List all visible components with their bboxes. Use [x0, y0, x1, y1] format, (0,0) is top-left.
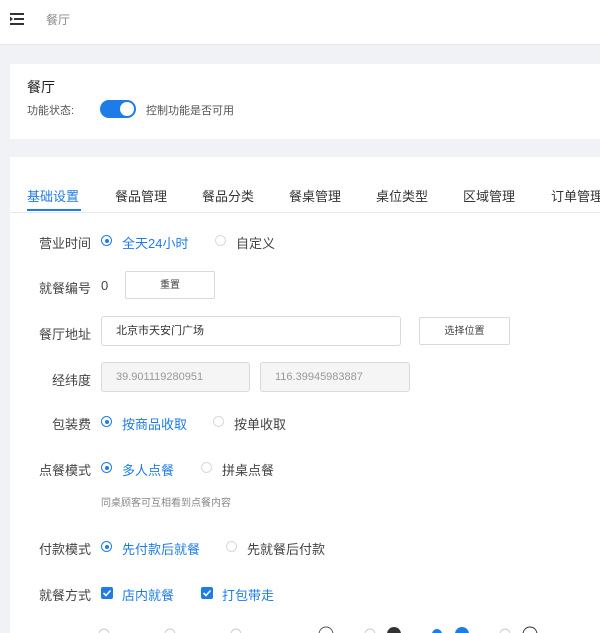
filled-circle-icon — [387, 627, 401, 633]
tab-order-management[interactable]: 订单管理 — [551, 186, 600, 205]
order-mode-label: 点餐模式 — [39, 463, 92, 478]
dine-in-option[interactable]: 店内就餐 — [122, 585, 174, 604]
order-mode-radio-shared-table[interactable] — [201, 462, 212, 473]
dine-mode-label: 就餐方式 — [39, 588, 92, 603]
tab-basic-settings[interactable]: 基础设置 — [27, 186, 79, 205]
icon-options-row — [98, 626, 538, 633]
tab-area-management[interactable]: 区域管理 — [463, 186, 515, 205]
outline-circle-icon — [522, 626, 538, 633]
toggle-knob — [120, 102, 134, 116]
packing-radio-by-order[interactable] — [213, 416, 224, 427]
packing-fee-label: 包装费 — [52, 417, 92, 432]
status-label: 功能状态: — [27, 105, 75, 117]
tab-dish-management[interactable]: 餐品管理 — [115, 186, 167, 205]
breadcrumb[interactable]: 餐厅 — [46, 11, 70, 28]
top-bar: 餐厅 — [0, 0, 600, 45]
packing-radio-by-item[interactable] — [101, 416, 112, 427]
active-tab-indicator — [27, 209, 81, 211]
status-description: 控制功能是否可用 — [146, 105, 234, 117]
settings-card: 基础设置 餐品管理 餐品分类 餐桌管理 桌位类型 区域管理 订单管理 营业时间 … — [10, 157, 600, 633]
tab-table-management[interactable]: 餐桌管理 — [289, 186, 341, 205]
hours-radio-allday[interactable] — [101, 235, 112, 246]
restaurant-header-card: 餐厅 功能状态: 控制功能是否可用 — [10, 64, 600, 139]
page-title: 餐厅 — [27, 79, 55, 95]
serial-value: 0 — [101, 278, 109, 293]
tab-seat-type[interactable]: 桌位类型 — [376, 186, 428, 205]
pay-mode-label: 付款模式 — [39, 542, 92, 557]
option-radio-icon — [230, 628, 242, 633]
hours-option-allday[interactable]: 全天24小时 — [122, 233, 188, 252]
longitude-input[interactable]: 116.39945983887 — [260, 362, 410, 392]
menu-fold-icon[interactable] — [10, 13, 24, 25]
hours-option-custom[interactable]: 自定义 — [236, 233, 275, 252]
option-radio-icon — [364, 628, 376, 633]
pay-mode-option-pay-first[interactable]: 先付款后就餐 — [122, 539, 200, 558]
blue-circle-icon — [455, 627, 469, 633]
circle-icon — [318, 626, 334, 633]
option-radio-icon — [164, 628, 176, 633]
tab-dish-category[interactable]: 餐品分类 — [202, 186, 254, 205]
address-label: 餐厅地址 — [39, 327, 92, 342]
order-mode-radio-multi[interactable] — [101, 462, 112, 473]
pay-mode-option-eat-first[interactable]: 先就餐后付款 — [247, 539, 325, 558]
order-mode-hint: 同桌顾客可互相看到点餐内容 — [101, 498, 231, 509]
pay-mode-radio-pay-first[interactable] — [101, 541, 112, 552]
option-radio-icon — [98, 628, 110, 633]
checkmark-icon — [102, 589, 112, 597]
dine-in-checkbox[interactable] — [101, 587, 113, 599]
takeaway-checkbox[interactable] — [201, 587, 213, 599]
hours-radio-custom[interactable] — [215, 235, 226, 246]
option-radio-selected-icon — [432, 629, 442, 633]
serial-label: 就餐编号 — [39, 281, 92, 296]
tab-bar: 基础设置 餐品管理 餐品分类 餐桌管理 桌位类型 区域管理 订单管理 — [10, 157, 600, 213]
hours-label: 营业时间 — [39, 236, 92, 251]
latitude-input[interactable]: 39.901119280951 — [101, 362, 250, 392]
order-mode-option-multi[interactable]: 多人点餐 — [122, 460, 174, 479]
packing-option-by-order[interactable]: 按单收取 — [234, 414, 286, 433]
address-input[interactable]: 北京市天安门广场 — [101, 316, 401, 346]
takeaway-option[interactable]: 打包带走 — [222, 585, 274, 604]
feature-status-toggle[interactable] — [100, 100, 136, 118]
reset-button[interactable]: 重置 — [125, 271, 215, 299]
checkmark-icon — [202, 589, 212, 597]
coords-label: 经纬度 — [52, 373, 92, 388]
packing-option-by-item[interactable]: 按商品收取 — [122, 414, 187, 433]
pay-mode-radio-eat-first[interactable] — [226, 541, 237, 552]
choose-location-button[interactable]: 选择位置 — [419, 317, 510, 345]
option-radio-icon — [499, 628, 511, 633]
order-mode-option-shared-table[interactable]: 拼桌点餐 — [222, 460, 274, 479]
